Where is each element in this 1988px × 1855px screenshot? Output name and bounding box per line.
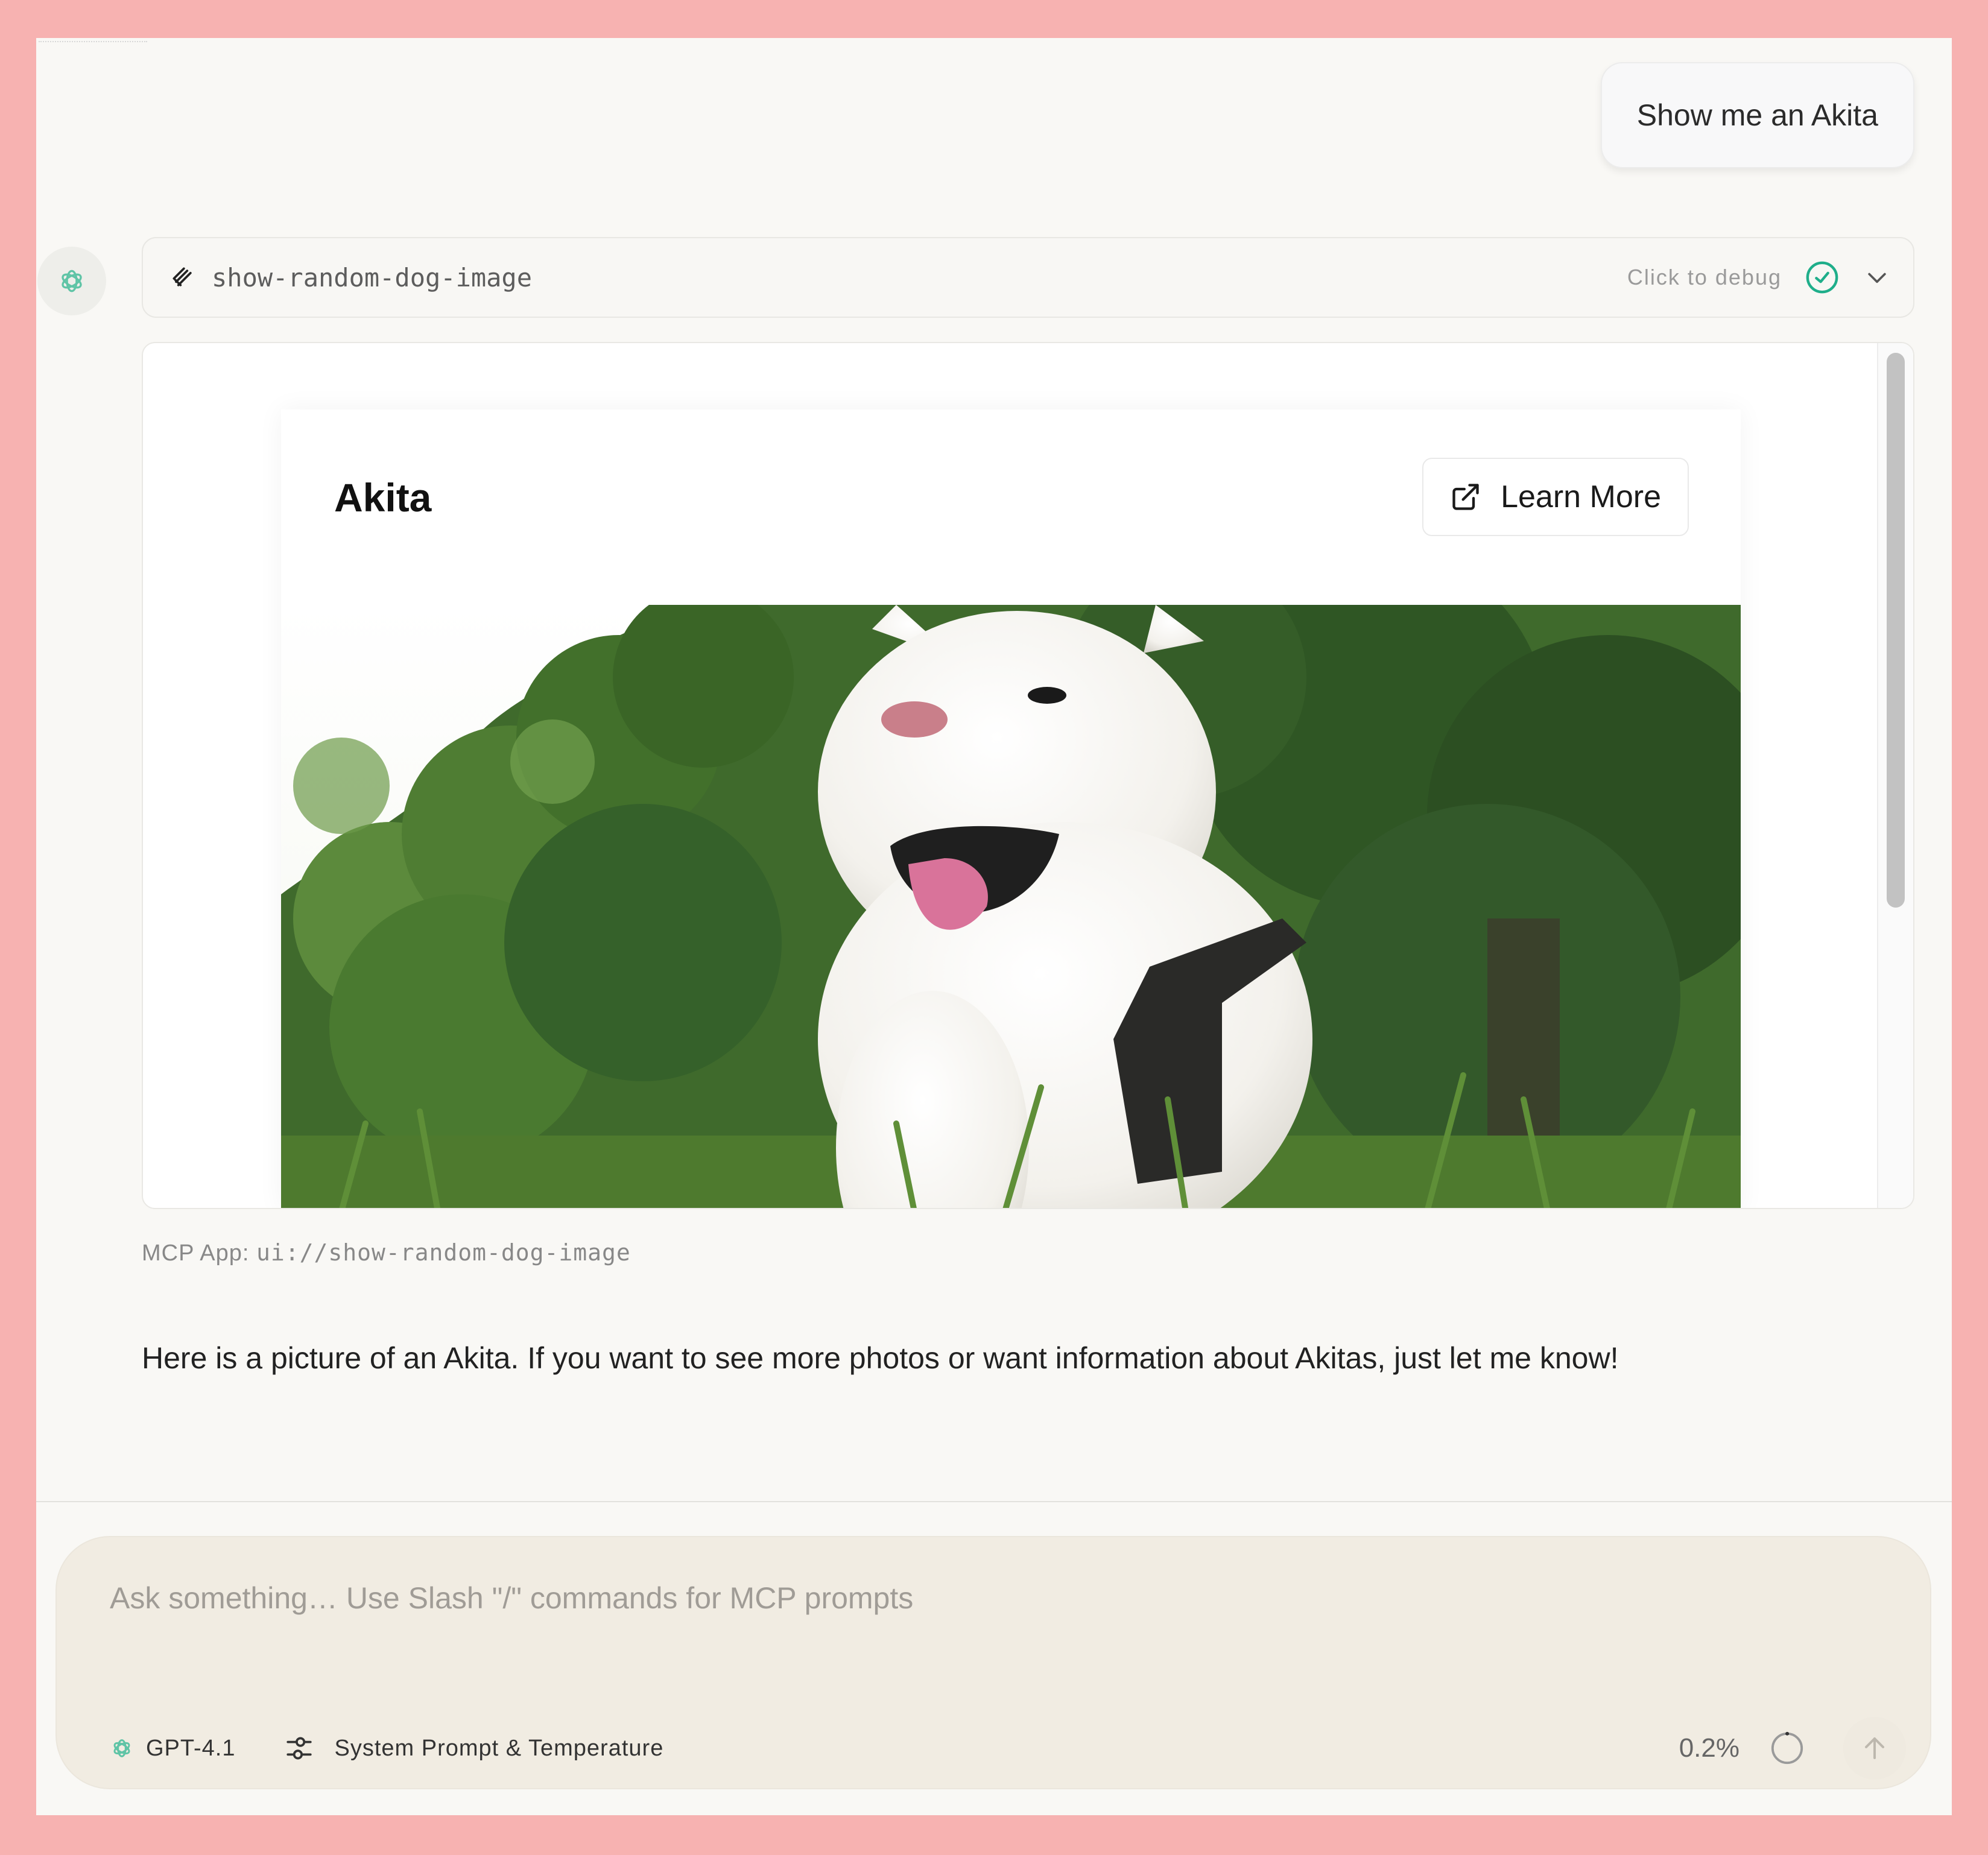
- mcp-app-uri: ui://show-random-dog-image: [256, 1239, 631, 1266]
- click-to-debug-label[interactable]: Click to debug: [1627, 265, 1782, 290]
- composer-divider: [36, 1501, 1952, 1502]
- composer-toolbar: GPT-4.1 System Prompt & Temperature 0.2%: [110, 1712, 1906, 1784]
- assistant-reply: Here is a picture of an Akita. If you wa…: [142, 1341, 1619, 1375]
- progress-ring-icon: [1770, 1731, 1805, 1766]
- external-link-icon: [1450, 481, 1481, 513]
- arrow-up-icon: [1860, 1734, 1889, 1763]
- assistant-avatar: [37, 247, 106, 315]
- mcp-app-caption: MCP App: ui://show-random-dog-image: [142, 1239, 631, 1266]
- user-message-text: Show me an Akita: [1636, 98, 1878, 132]
- openai-logo-icon: [110, 1736, 134, 1760]
- user-message: Show me an Akita: [1600, 62, 1914, 168]
- dog-photo: [281, 605, 1741, 1208]
- learn-more-label: Learn More: [1501, 479, 1661, 514]
- message-composer: GPT-4.1 System Prompt & Temperature 0.2%: [55, 1536, 1931, 1789]
- app-frame-scrollbar[interactable]: [1877, 343, 1913, 1208]
- check-circle-icon: [1805, 260, 1840, 295]
- dog-breed-title: Akita: [334, 475, 432, 520]
- tool-call-header[interactable]: show-random-dog-image Click to debug: [142, 237, 1914, 318]
- message-thread: Show me an Akita show-random-dog-image C…: [36, 38, 1952, 1501]
- sliders-icon: [284, 1733, 314, 1763]
- model-selector-button[interactable]: GPT-4.1: [110, 1736, 236, 1762]
- learn-more-button[interactable]: Learn More: [1422, 458, 1689, 536]
- system-prompt-button[interactable]: System Prompt & Temperature: [284, 1733, 664, 1763]
- mcp-app-frame: Akita Learn More: [142, 342, 1914, 1209]
- mcp-app-caption-prefix: MCP App:: [142, 1240, 256, 1266]
- tool-icon: [169, 264, 196, 291]
- tool-name: show-random-dog-image: [212, 262, 533, 292]
- chevron-down-icon[interactable]: [1864, 264, 1890, 291]
- dog-card: Akita Learn More: [281, 409, 1741, 1208]
- scroll-thumb[interactable]: [1887, 353, 1905, 908]
- system-prompt-label: System Prompt & Temperature: [334, 1735, 664, 1761]
- prompt-input[interactable]: [110, 1581, 1859, 1616]
- context-usage: 0.2%: [1679, 1733, 1740, 1763]
- send-button[interactable]: [1843, 1717, 1906, 1780]
- model-label: GPT-4.1: [146, 1735, 236, 1761]
- openai-logo-icon: [57, 266, 87, 296]
- chat-window: Show me an Akita show-random-dog-image C…: [36, 38, 1952, 1815]
